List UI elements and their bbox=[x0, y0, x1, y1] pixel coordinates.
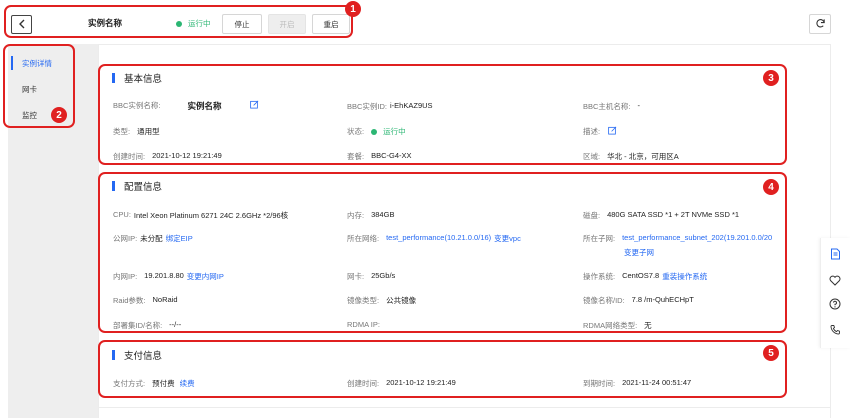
refresh-button[interactable] bbox=[809, 14, 831, 34]
phone-icon[interactable] bbox=[827, 321, 843, 337]
document-icon[interactable] bbox=[827, 246, 843, 262]
annotation-box-5 bbox=[98, 340, 787, 398]
annotation-box-3 bbox=[98, 64, 787, 165]
annotation-badge-4: 4 bbox=[763, 179, 779, 195]
annotation-box-1 bbox=[4, 5, 353, 38]
annotation-badge-3: 3 bbox=[763, 70, 779, 86]
help-icon[interactable] bbox=[827, 296, 843, 312]
annotation-badge-1: 1 bbox=[345, 1, 361, 17]
refresh-icon bbox=[815, 18, 826, 31]
bottom-divider bbox=[98, 407, 831, 408]
annotation-badge-2: 2 bbox=[51, 107, 67, 123]
annotation-badge-5: 5 bbox=[763, 345, 779, 361]
annotation-box-4 bbox=[98, 172, 787, 333]
floating-toolbar bbox=[820, 238, 850, 348]
heart-icon[interactable] bbox=[827, 272, 843, 288]
